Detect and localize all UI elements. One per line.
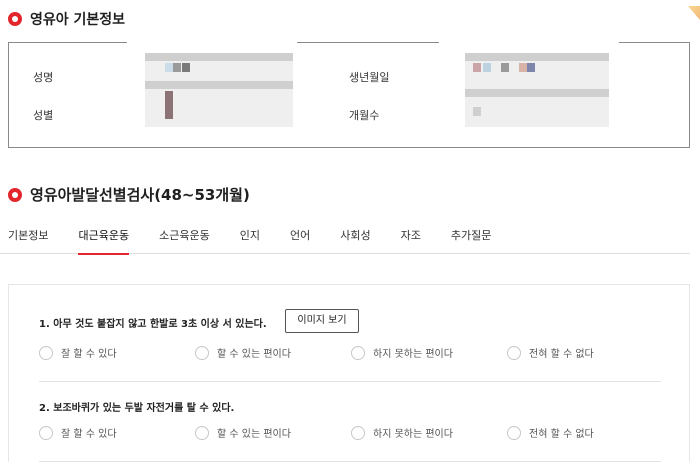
view-image-button[interactable]: 이미지 보기 xyxy=(285,309,359,333)
option-label: 잘 할 수 있다 xyxy=(61,349,117,360)
location-pin-icon xyxy=(8,12,22,26)
tab-language[interactable]: 언어 xyxy=(290,226,310,254)
basic-info-box: 성명 성별 생년월일 개월수 xyxy=(8,41,690,148)
tab-basic-info[interactable]: 기본정보 xyxy=(8,226,48,254)
radio-button[interactable] xyxy=(507,345,521,360)
radio-button[interactable] xyxy=(507,425,521,440)
tab-fine-motor[interactable]: 소근육운동 xyxy=(159,226,210,254)
tab-gross-motor[interactable]: 대근육운동 xyxy=(78,226,129,255)
option-label: 전혀 할 수 없다 xyxy=(529,349,594,360)
option-label: 하지 못하는 편이다 xyxy=(373,429,453,440)
radio-button[interactable] xyxy=(195,425,209,440)
redacted-birth-months-values xyxy=(465,53,609,127)
q1-option-3[interactable]: 하지 못하는 편이다 xyxy=(351,345,453,360)
q1-option-1[interactable]: 잘 할 수 있다 xyxy=(39,345,117,360)
q2-option-1[interactable]: 잘 할 수 있다 xyxy=(39,425,117,440)
page: 영유아 기본정보 성명 성별 생년월일 개월수 영유아발달선별검사(48~53개… xyxy=(0,0,700,462)
option-label: 할 수 있는 편이다 xyxy=(217,429,291,440)
redacted-name-gender-values xyxy=(145,53,293,127)
radio-button[interactable] xyxy=(39,345,53,360)
question-1-options: 잘 할 수 있다 할 수 있는 편이다 하지 못하는 편이다 전혀 할 수 없다 xyxy=(39,345,659,363)
section-title-basic-info: 영유아 기본정보 xyxy=(8,9,125,29)
radio-button[interactable] xyxy=(39,425,53,440)
option-label: 잘 할 수 있다 xyxy=(61,429,117,440)
q2-option-2[interactable]: 할 수 있는 편이다 xyxy=(195,425,291,440)
radio-button[interactable] xyxy=(195,345,209,360)
radio-button[interactable] xyxy=(351,345,365,360)
section-title-text: 영유아 기본정보 xyxy=(30,12,126,28)
label-birthdate: 생년월일 xyxy=(349,71,390,84)
question-1-text: 1. 아무 것도 붙잡지 않고 한발로 3초 이상 서 있는다. xyxy=(39,319,267,330)
option-label: 할 수 있는 편이다 xyxy=(217,349,291,360)
tab-additional-questions[interactable]: 추가질문 xyxy=(451,226,491,254)
tab-social[interactable]: 사회성 xyxy=(340,226,370,254)
question-2-text: 2. 보조바퀴가 있는 두발 자전거를 탈 수 있다. xyxy=(39,403,235,414)
section-title-screening: 영유아발달선별검사(48~53개월) xyxy=(8,184,250,205)
radio-button[interactable] xyxy=(351,425,365,440)
q2-option-3[interactable]: 하지 못하는 편이다 xyxy=(351,425,453,440)
label-name: 성명 xyxy=(33,71,54,84)
question-divider xyxy=(39,381,661,382)
tab-self-help[interactable]: 자조 xyxy=(401,226,421,254)
section-title-text: 영유아발달선별검사(48~53개월) xyxy=(30,186,250,204)
option-label: 하지 못하는 편이다 xyxy=(373,349,453,360)
tab-cognition[interactable]: 인지 xyxy=(240,226,260,254)
label-gender: 성별 xyxy=(33,109,54,122)
location-pin-icon xyxy=(8,187,22,202)
option-label: 전혀 할 수 없다 xyxy=(529,429,594,440)
question-panel: 1. 아무 것도 붙잡지 않고 한발로 3초 이상 서 있는다. 이미지 보기 … xyxy=(8,284,690,462)
label-months: 개월수 xyxy=(349,109,380,122)
q1-option-4[interactable]: 전혀 할 수 없다 xyxy=(507,345,594,360)
corner-decoration xyxy=(688,6,700,20)
screening-tabs: 기본정보 대근육운동 소근육운동 인지 언어 사회성 자조 추가질문 xyxy=(0,226,690,255)
q1-option-2[interactable]: 할 수 있는 편이다 xyxy=(195,345,291,360)
question-2-options: 잘 할 수 있다 할 수 있는 편이다 하지 못하는 편이다 전혀 할 수 없다 xyxy=(39,425,659,443)
q2-option-4[interactable]: 전혀 할 수 없다 xyxy=(507,425,594,440)
